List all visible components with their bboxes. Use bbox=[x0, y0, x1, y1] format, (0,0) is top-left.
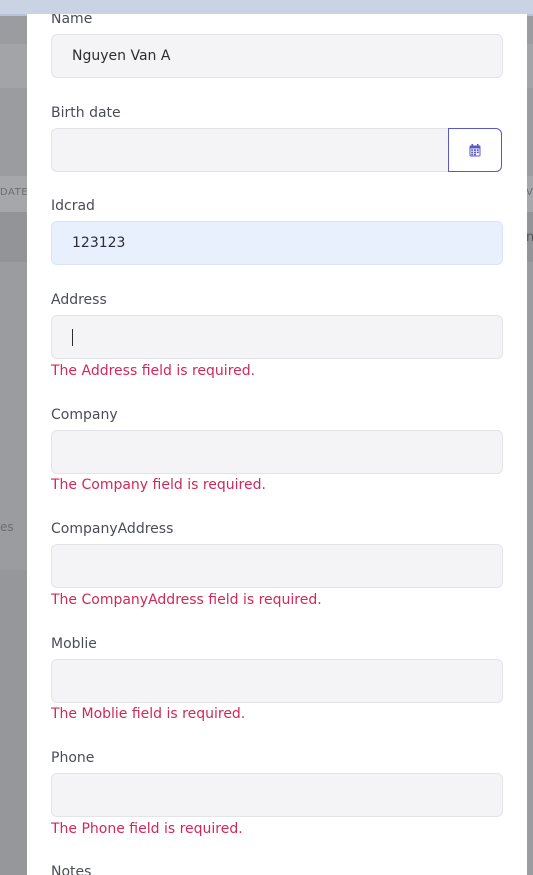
company-address-input[interactable] bbox=[51, 544, 503, 588]
background-cell-text: n bbox=[526, 230, 533, 245]
background-side-text: es bbox=[0, 520, 14, 534]
mobile-input[interactable] bbox=[51, 659, 503, 703]
company-address-error-message: The CompanyAddress field is required. bbox=[51, 592, 322, 608]
address-error-message: The Address field is required. bbox=[51, 363, 256, 379]
company-input[interactable] bbox=[51, 430, 503, 474]
company-label: Company bbox=[51, 407, 118, 423]
background-column-header-date: DATE bbox=[0, 187, 29, 198]
text-cursor bbox=[72, 328, 73, 346]
background-side-strip bbox=[0, 570, 27, 875]
name-input-value: Nguyen Van A bbox=[72, 48, 171, 64]
idcard-input[interactable]: 123123 bbox=[51, 221, 503, 265]
company-error-message: The Company field is required. bbox=[51, 477, 266, 493]
phone-input[interactable] bbox=[51, 773, 503, 817]
name-label: Name bbox=[51, 14, 93, 27]
birth-date-label: Birth date bbox=[51, 105, 121, 121]
notes-label: Notes bbox=[51, 864, 92, 875]
birth-date-input[interactable] bbox=[51, 128, 449, 172]
idcard-label: Idcrad bbox=[51, 198, 95, 214]
address-input[interactable] bbox=[51, 315, 503, 359]
phone-label: Phone bbox=[51, 750, 95, 766]
mobile-label: Moblie bbox=[51, 636, 97, 652]
name-input[interactable]: Nguyen Van A bbox=[51, 34, 503, 78]
phone-error-message: The Phone field is required. bbox=[51, 821, 243, 837]
calendar-icon bbox=[469, 143, 481, 156]
edit-customer-modal: Name Nguyen Van A Birth date Idcrad 1231… bbox=[27, 14, 527, 875]
background-column-header-right: V bbox=[526, 187, 533, 198]
company-address-label: CompanyAddress bbox=[51, 521, 174, 537]
mobile-error-message: The Moblie field is required. bbox=[51, 706, 246, 722]
calendar-picker-button[interactable] bbox=[448, 128, 502, 172]
idcard-input-value: 123123 bbox=[72, 235, 126, 251]
address-label: Address bbox=[51, 292, 107, 308]
